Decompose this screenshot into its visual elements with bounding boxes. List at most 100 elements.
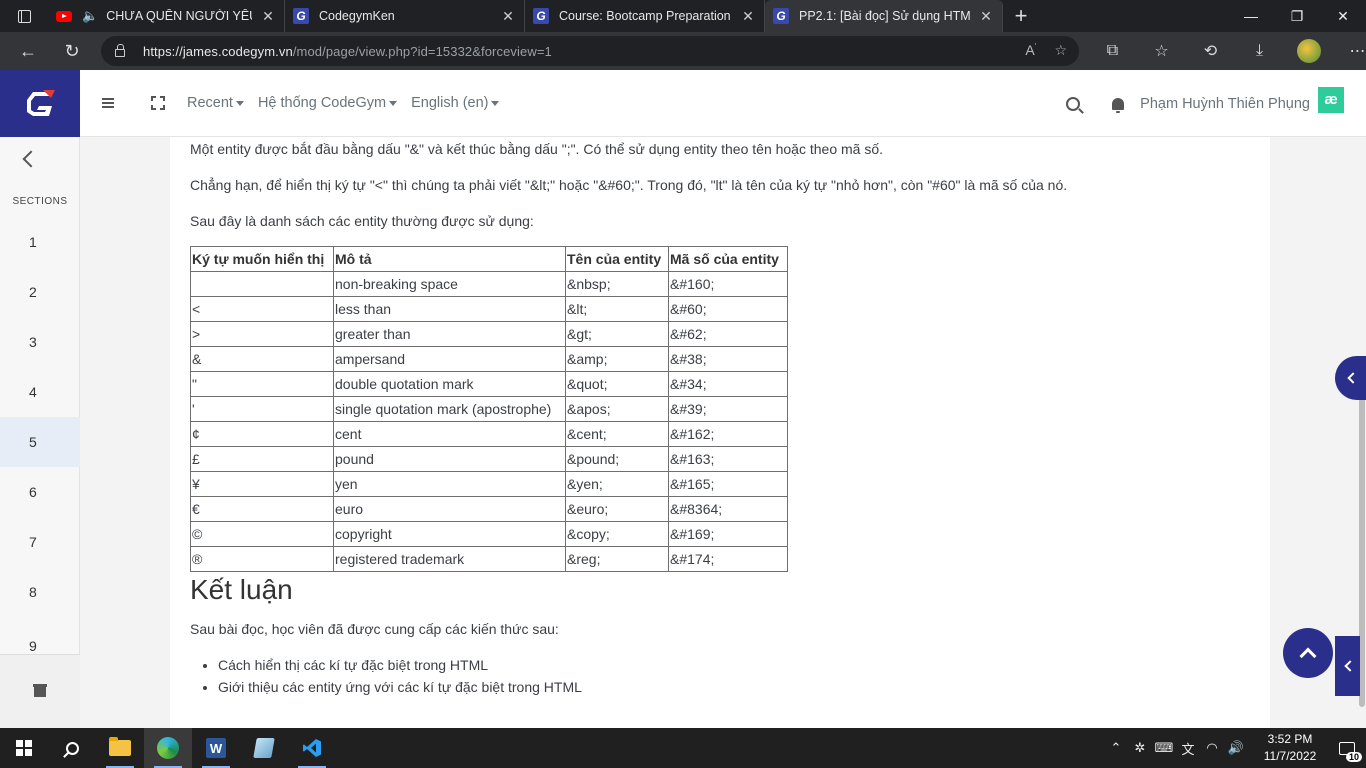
table-cell: ¢	[190, 421, 334, 447]
close-tab-icon[interactable]: ✕	[260, 8, 276, 24]
address-bar[interactable]: https://james.codegym.vn/mod/page/view.p…	[101, 36, 1079, 66]
table-header: Mô tả	[333, 246, 566, 272]
favorites-icon[interactable]: ☆	[1137, 32, 1186, 70]
downloads-icon[interactable]: ⤓	[1235, 32, 1284, 70]
table-cell: <	[190, 296, 334, 322]
table-cell: &#39;	[668, 396, 788, 422]
browser-tab-strip: 🔈 CHƯA QUÊN NGƯỜI YÊU CŨ ✕ G CodegymKen …	[0, 0, 1366, 32]
section-item[interactable]: 9	[0, 617, 80, 654]
lock-icon	[115, 43, 125, 57]
notepad-icon	[253, 738, 275, 758]
minimize-icon[interactable]: —	[1228, 0, 1274, 32]
close-tab-icon[interactable]: ✕	[978, 8, 994, 24]
browser-tab-codegymken[interactable]: G CodegymKen ✕	[285, 0, 525, 32]
paragraph: Một entity được bắt đầu bằng dấu "&" và …	[190, 141, 884, 157]
new-tab-button[interactable]: +	[1003, 0, 1039, 32]
vscode-button[interactable]	[288, 728, 336, 768]
refresh-icon[interactable]: ↻	[50, 32, 94, 70]
list-item: Cách hiển thị các kí tự đặc biệt trong H…	[218, 654, 582, 676]
word-button[interactable]: W	[192, 728, 240, 768]
extensions-icon[interactable]: ⧉	[1088, 32, 1137, 70]
read-aloud-icon[interactable]: Aʼ	[1025, 42, 1036, 59]
table-cell: &reg;	[565, 546, 669, 572]
app-tray-icon[interactable]: ✲	[1128, 740, 1152, 756]
file-explorer-button[interactable]	[96, 728, 144, 768]
search-button[interactable]	[48, 728, 96, 768]
close-tab-icon[interactable]: ✕	[740, 8, 756, 24]
codegym-logo[interactable]	[0, 69, 80, 137]
side-panel-toggle[interactable]	[1335, 636, 1360, 696]
section-item[interactable]: 1	[0, 217, 80, 267]
back-to-top-button[interactable]	[1283, 628, 1333, 678]
edge-button[interactable]	[144, 728, 192, 768]
notification-bell-icon[interactable]	[1112, 97, 1125, 113]
hamburger-menu-icon[interactable]	[102, 98, 114, 108]
window-controls: — ❐ ✕	[1228, 0, 1366, 32]
tab-actions-icon[interactable]	[0, 0, 48, 32]
table-cell: euro	[333, 496, 566, 522]
codegym-icon: G	[533, 8, 549, 24]
browser-toolbar: ← ↻ https://james.codegym.vn/mod/page/vi…	[0, 32, 1366, 70]
section-item[interactable]: 2	[0, 267, 80, 317]
fullscreen-icon[interactable]	[151, 96, 165, 110]
table-row: ' single quotation mark (apostrophe) &apos…	[190, 396, 788, 422]
avatar[interactable]: æ	[1318, 86, 1344, 113]
table-cell: &pound;	[565, 446, 669, 472]
system-tray: ⌃ ✲ ⌨ 文 ◠ 🔊 3:52 PM 11/7/2022 10	[1104, 728, 1366, 768]
section-item-active[interactable]: 5	[0, 417, 80, 467]
wifi-icon[interactable]: ◠	[1200, 740, 1224, 756]
menu-language[interactable]: English ‎(en)‎	[411, 95, 500, 111]
favorite-add-icon[interactable]: ☆	[1054, 42, 1067, 59]
keyboard-icon[interactable]: ⌨	[1152, 740, 1176, 756]
table-cell: ampersand	[333, 346, 566, 372]
table-cell: &#60;	[668, 296, 788, 322]
profile-icon[interactable]	[1284, 32, 1333, 70]
menu-label: Hệ thống CodeGym	[257, 95, 387, 111]
codegym-icon: G	[293, 8, 309, 24]
restore-icon[interactable]: ❐	[1274, 0, 1320, 32]
more-menu-icon[interactable]: ⋯	[1333, 32, 1366, 70]
section-item[interactable]: 7	[0, 517, 80, 567]
table-cell: &gt;	[565, 321, 669, 347]
chevron-up-icon[interactable]: ⌃	[1104, 740, 1128, 756]
table-cell: &#62;	[668, 321, 788, 347]
browser-tab-active[interactable]: G PP2.1: [Bài đọc] Sử dụng HTML e ✕	[765, 0, 1003, 32]
browser-tab-youtube[interactable]: 🔈 CHƯA QUÊN NGƯỜI YÊU CŨ ✕	[48, 0, 285, 32]
close-tab-icon[interactable]: ✕	[500, 8, 516, 24]
header-user-area: Phạm Huỳnh Thiên Phụng æ	[1066, 70, 1366, 137]
codegym-logo-icon	[27, 90, 55, 116]
browser-tab-course[interactable]: G Course: Bootcamp Preparation 2 ✕	[525, 0, 765, 32]
table-cell: &nbsp;	[565, 271, 669, 297]
caret-down-icon	[235, 100, 244, 106]
table-cell: copyright	[333, 521, 566, 547]
chevron-left-icon[interactable]	[22, 150, 40, 168]
table-row: £ pound &pound; &#163;	[190, 446, 788, 472]
user-name[interactable]: Phạm Huỳnh Thiên Phụng	[1140, 96, 1310, 112]
section-item[interactable]: 8	[0, 567, 80, 617]
chevron-left-icon	[1343, 660, 1356, 672]
notification-center-button[interactable]: 10	[1328, 728, 1366, 768]
section-item[interactable]: 6	[0, 467, 80, 517]
table-cell: &yen;	[565, 471, 669, 497]
ime-icon[interactable]: 文	[1176, 739, 1200, 758]
menu-recent[interactable]: Recent	[187, 95, 244, 111]
archive-icon[interactable]	[33, 683, 47, 697]
table-row: © copyright &copy; &#169;	[190, 521, 788, 547]
close-window-icon[interactable]: ✕	[1320, 0, 1366, 32]
volume-icon[interactable]: 🔊	[1224, 740, 1248, 756]
speaker-icon[interactable]: 🔈	[82, 8, 98, 24]
table-row: ¥ yen &yen; &#165;	[190, 471, 788, 497]
caret-down-icon	[389, 100, 398, 106]
start-button[interactable]	[0, 728, 48, 768]
table-cell: £	[190, 446, 334, 472]
back-arrow-icon[interactable]: ←	[6, 32, 50, 70]
section-item[interactable]: 3	[0, 317, 80, 367]
section-heading: Kết luận	[190, 574, 293, 605]
menu-codegym-system[interactable]: Hệ thống CodeGym	[257, 95, 398, 111]
search-icon[interactable]	[1066, 96, 1081, 111]
section-item[interactable]: 4	[0, 367, 80, 417]
clock[interactable]: 3:52 PM 11/7/2022	[1252, 731, 1328, 765]
address-bar-icons: Aʼ ☆	[1025, 42, 1067, 59]
history-icon[interactable]: ⟲	[1186, 32, 1235, 70]
notepad-button[interactable]	[240, 728, 288, 768]
